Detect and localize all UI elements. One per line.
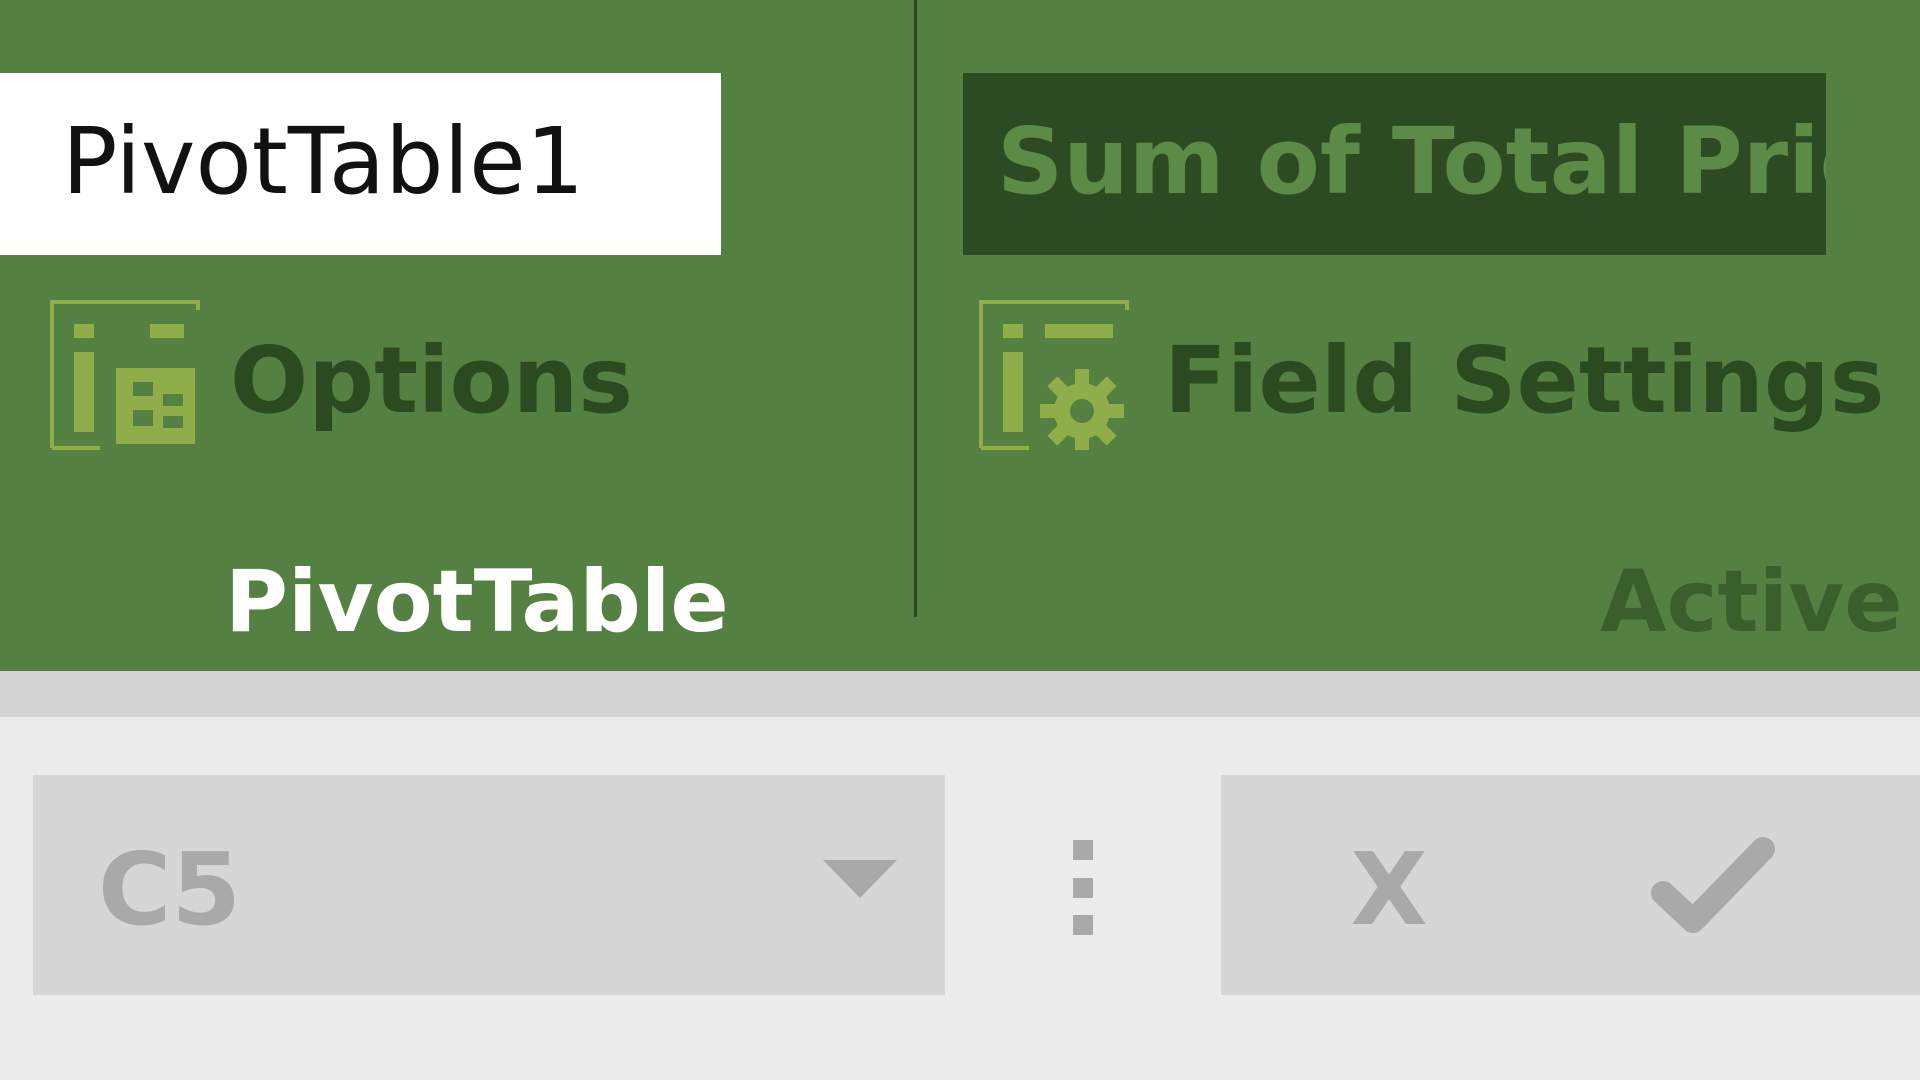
- field-settings-gear-icon: [979, 300, 1129, 450]
- pivot-options-icon: [50, 300, 200, 450]
- options-label: Options: [230, 327, 634, 434]
- field-settings-label: Field Settings: [1164, 327, 1885, 434]
- formula-edit-controls: X: [1221, 775, 1920, 995]
- ribbon-bottom-strip: [0, 671, 1920, 717]
- pivottable-name-value: PivotTable1: [62, 108, 585, 215]
- cancel-button[interactable]: X: [1339, 835, 1439, 945]
- more-vertical-icon[interactable]: [1070, 835, 1096, 940]
- name-box[interactable]: C5: [33, 775, 945, 995]
- options-button[interactable]: Options: [50, 300, 634, 450]
- cell-reference: C5: [98, 831, 241, 948]
- group-label-active-field: Active: [1600, 552, 1903, 652]
- group-label-pivottable: PivotTable: [225, 552, 729, 652]
- ribbon: PivotTable1 Sum of Total Price Options: [0, 0, 1920, 671]
- active-field-input[interactable]: Sum of Total Price: [963, 73, 1826, 255]
- checkmark-icon[interactable]: [1651, 835, 1781, 945]
- pivottable-name-field[interactable]: PivotTable1: [0, 73, 721, 255]
- group-divider: [914, 0, 917, 617]
- field-settings-button[interactable]: Field Settings: [979, 300, 1884, 450]
- active-field-value: Sum of Total Price: [997, 108, 1826, 215]
- chevron-down-icon[interactable]: [823, 860, 897, 900]
